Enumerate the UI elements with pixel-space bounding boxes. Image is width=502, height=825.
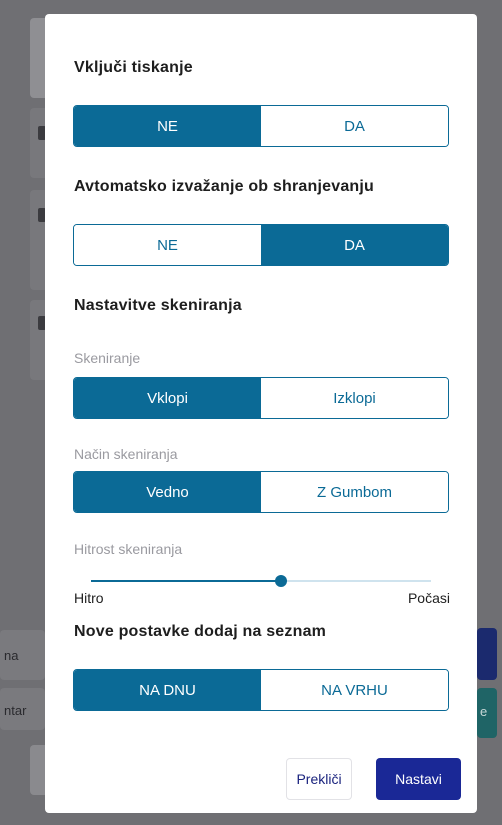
scan-settings-heading: Nastavitve skeniranja [74,297,242,314]
bg-button [477,628,497,680]
new-items-option-top[interactable]: NA VRHU [261,670,448,710]
scan-mode-toggle: Vedno Z Gumbom [73,471,449,513]
confirm-button[interactable]: Nastavi [376,758,461,800]
bg-text: ntar [4,703,27,718]
scan-speed-slider[interactable] [91,574,431,588]
scan-mode-option-button[interactable]: Z Gumbom [261,472,448,512]
slider-fill [91,580,282,582]
print-option-yes[interactable]: DA [261,106,448,146]
speed-max-label: Počasi [407,590,450,606]
scan-mode-label: Način skeniranja [74,446,178,462]
new-items-option-bottom[interactable]: NA DNU [74,670,261,710]
print-heading: Vključi tiskanje [74,59,193,76]
print-toggle: NE DA [73,105,449,147]
scan-mode-option-always[interactable]: Vedno [74,472,261,512]
auto-export-option-yes[interactable]: DA [261,225,448,265]
cancel-button[interactable]: Prekliči [286,758,352,800]
auto-export-toggle: NE DA [73,224,449,266]
auto-export-heading: Avtomatsko izvažanje ob shranjevanju [74,178,375,195]
auto-export-option-no[interactable]: NE [74,225,261,265]
speed-min-label: Hitro [74,590,104,606]
scan-speed-label: Hitrost skeniranja [74,541,183,557]
scanning-option-on[interactable]: Vklopi [74,378,261,418]
scanning-toggle: Vklopi Izklopi [73,377,449,419]
scanning-option-off[interactable]: Izklopi [261,378,448,418]
slider-thumb[interactable] [275,575,288,587]
new-items-toggle: NA DNU NA VRHU [73,669,449,711]
bg-text: e [480,704,488,719]
settings-dialog: Vključi tiskanje NE DA Avtomatsko izvaža… [45,14,477,813]
scanning-label: Skeniranje [74,350,141,366]
print-option-no[interactable]: NE [74,106,261,146]
new-items-heading: Nove postavke dodaj na seznam [74,623,327,640]
bg-text: na [4,648,19,663]
